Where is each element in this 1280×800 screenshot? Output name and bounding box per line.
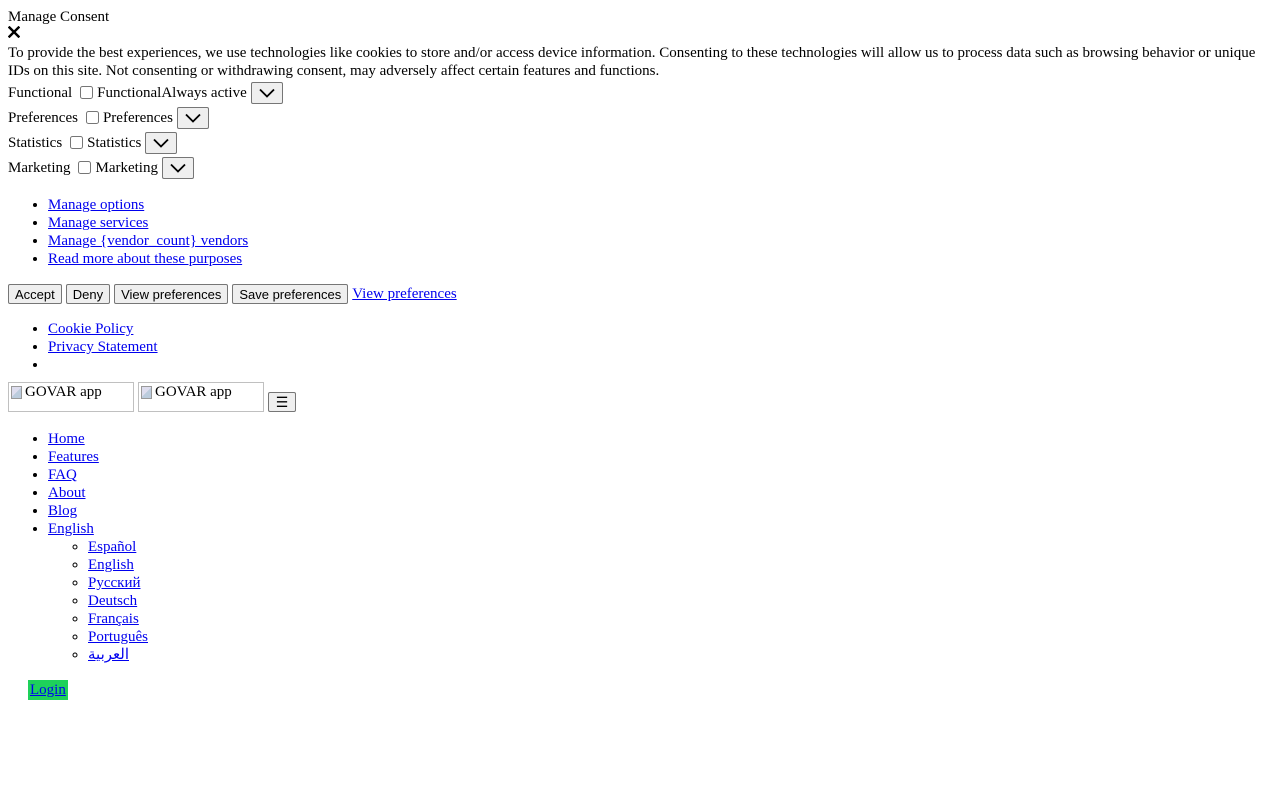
- read-more-purposes-link[interactable]: Read more about these purposes: [48, 251, 242, 267]
- expand-statistics-button[interactable]: [145, 131, 178, 154]
- cookie-policy-link[interactable]: Cookie Policy: [48, 321, 133, 337]
- hamburger-menu-button[interactable]: ☰: [268, 392, 296, 412]
- nav-features[interactable]: Features: [48, 449, 99, 465]
- nav-language[interactable]: English: [48, 521, 94, 537]
- close-icon[interactable]: [8, 26, 26, 44]
- logo-link-alt[interactable]: GOVAR app: [138, 382, 264, 412]
- policy-links-list: Cookie Policy Privacy Statement: [8, 320, 1272, 374]
- category-functional: Functional Functional Always active: [8, 80, 1272, 105]
- login-container: Login: [8, 680, 1272, 700]
- lang-de[interactable]: Deutsch: [88, 593, 137, 609]
- nav-item: About: [48, 484, 1272, 502]
- nav-item: FAQ: [48, 466, 1272, 484]
- accept-button[interactable]: Accept: [8, 284, 62, 304]
- category-label: Preferences: [8, 109, 78, 126]
- manage-services-link[interactable]: Manage services: [48, 215, 148, 231]
- functional-checkbox[interactable]: [80, 86, 94, 99]
- view-preferences-link[interactable]: View preferences: [352, 285, 456, 303]
- login-button[interactable]: Login: [28, 680, 68, 700]
- language-item: العربية: [88, 646, 1272, 664]
- site-header: GOVAR app GOVAR app ☰: [8, 382, 1272, 412]
- category-checkbox-label: Marketing: [95, 159, 158, 176]
- category-checkbox-label: Functional: [97, 84, 162, 101]
- preferences-checkbox[interactable]: [85, 111, 99, 124]
- expand-marketing-button[interactable]: [161, 156, 194, 179]
- broken-image-icon: [11, 386, 22, 399]
- language-item: Deutsch: [88, 592, 1272, 610]
- consent-options-list: Manage options Manage services Manage {v…: [8, 196, 1272, 268]
- broken-image-icon: [141, 386, 152, 399]
- language-item: Français: [88, 610, 1272, 628]
- lang-fr[interactable]: Français: [88, 611, 139, 627]
- nav-item: Home: [48, 430, 1272, 448]
- lang-en[interactable]: English: [88, 557, 134, 573]
- statistics-checkbox[interactable]: [70, 136, 84, 149]
- category-label: Statistics: [8, 134, 63, 151]
- logo-link[interactable]: GOVAR app: [8, 382, 134, 412]
- list-item: Cookie Policy: [48, 320, 1272, 338]
- category-checkbox-label: Statistics: [87, 134, 142, 151]
- nav-item: Features: [48, 448, 1272, 466]
- nav-faq[interactable]: FAQ: [48, 467, 77, 483]
- manage-vendors-link[interactable]: Manage {vendor_count} vendors: [48, 233, 248, 249]
- expand-functional-button[interactable]: [250, 81, 283, 104]
- list-item: Manage options: [48, 196, 1272, 214]
- language-item: Español: [88, 538, 1272, 556]
- view-preferences-button[interactable]: View preferences: [114, 284, 229, 304]
- nav-about[interactable]: About: [48, 485, 86, 501]
- logo-alt-text: GOVAR app: [155, 384, 232, 400]
- main-nav: Home Features FAQ About Blog English Esp…: [8, 430, 1272, 664]
- consent-description: To provide the best experiences, we use …: [8, 45, 1256, 79]
- marketing-checkbox[interactable]: [78, 161, 92, 174]
- expand-preferences-button[interactable]: [176, 106, 209, 129]
- list-item: Manage {vendor_count} vendors: [48, 232, 1272, 250]
- category-label: Functional: [8, 84, 73, 101]
- consent-title: Manage Consent: [8, 9, 110, 25]
- language-submenu: Español English Русский Deutsch Français…: [48, 538, 1272, 664]
- chevron-down-icon: [170, 163, 186, 173]
- chevron-down-icon: [259, 88, 275, 98]
- deny-button[interactable]: Deny: [65, 284, 111, 304]
- category-statistics: Statistics Statistics: [8, 130, 1272, 155]
- list-item: Privacy Statement: [48, 338, 1272, 356]
- category-marketing: Marketing Marketing: [8, 155, 1272, 180]
- list-item: Manage services: [48, 214, 1272, 232]
- nav-item: English Español English Русский Deutsch …: [48, 520, 1272, 664]
- nav-home[interactable]: Home: [48, 431, 85, 447]
- nav-blog[interactable]: Blog: [48, 503, 77, 519]
- hamburger-menu-icon: ☰: [275, 394, 289, 410]
- consent-buttons: Accept Deny View preferences Save prefer…: [8, 284, 1272, 304]
- lang-ar[interactable]: العربية: [88, 647, 129, 663]
- list-item: [48, 356, 1272, 374]
- language-item: Português: [88, 628, 1272, 646]
- privacy-statement-link[interactable]: Privacy Statement: [48, 339, 158, 355]
- lang-ru[interactable]: Русский: [88, 575, 141, 591]
- chevron-down-icon: [153, 138, 169, 148]
- logo-alt-text: GOVAR app: [25, 384, 102, 400]
- category-checkbox-label: Preferences: [102, 109, 173, 126]
- language-item: English: [88, 556, 1272, 574]
- save-preferences-button[interactable]: Save preferences: [232, 284, 349, 304]
- lang-pt[interactable]: Português: [88, 629, 148, 645]
- category-preferences: Preferences Preferences: [8, 105, 1272, 130]
- manage-options-link[interactable]: Manage options: [48, 197, 144, 213]
- language-item: Русский: [88, 574, 1272, 592]
- chevron-down-icon: [185, 113, 201, 123]
- category-label: Marketing: [8, 159, 71, 176]
- list-item: Read more about these purposes: [48, 250, 1272, 268]
- lang-es[interactable]: Español: [88, 539, 136, 555]
- always-active-status: Always active: [161, 84, 247, 101]
- nav-item: Blog: [48, 502, 1272, 520]
